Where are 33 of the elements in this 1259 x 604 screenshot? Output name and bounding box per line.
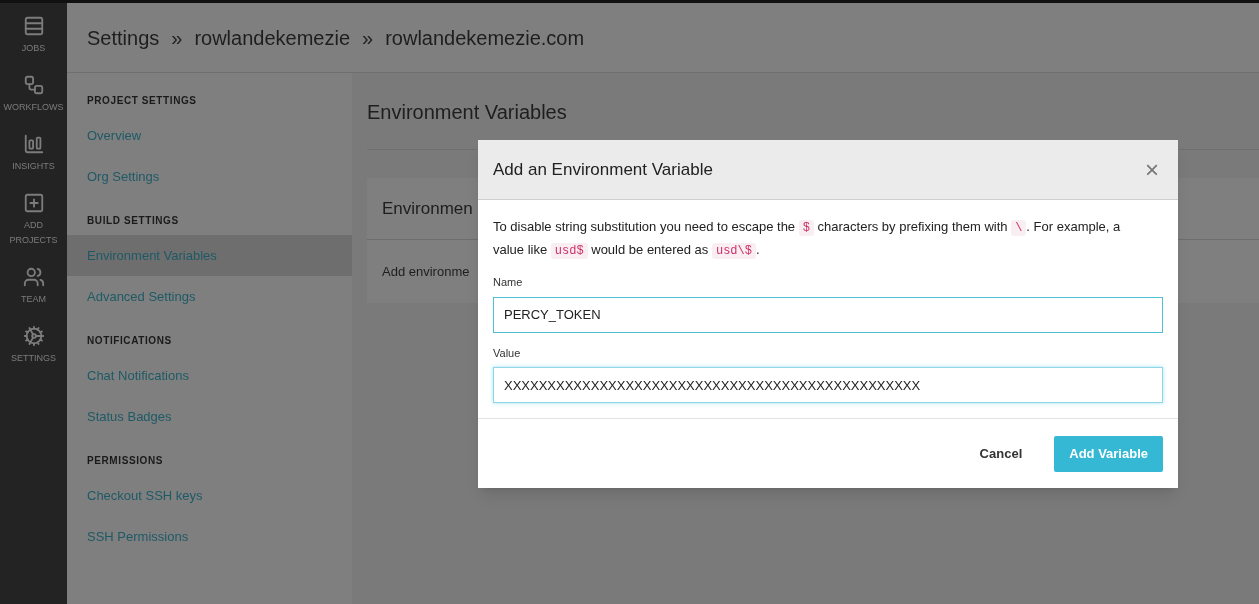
card-text: Add environme <box>382 262 470 281</box>
field-label: Value <box>493 345 522 361</box>
section-heading: NOTIFICATIONS <box>86 334 173 347</box>
add-variable-button[interactable]: Add Variable <box>1054 435 1163 472</box>
add-square-icon <box>22 192 45 214</box>
people-icon <box>22 266 45 288</box>
breadcrumb-item[interactable]: rowlandekemezie <box>194 22 351 53</box>
breadcrumb-item: Settings <box>87 25 160 51</box>
section-heading: BUILD SETTINGS <box>86 214 180 227</box>
rows-icon <box>22 15 45 37</box>
bar-chart-icon <box>22 133 45 155</box>
breadcrumb-item[interactable]: rowlandekemezie.com <box>385 22 585 53</box>
field-label: Name <box>493 275 524 290</box>
settings-icon <box>22 325 45 347</box>
nav-link[interactable]: SETTINGS <box>3 351 64 366</box>
cancel-button[interactable]: Cancel <box>963 435 1039 472</box>
nav-link[interactable]: WORKFLOWS <box>3 100 64 115</box>
card-title: Environmen <box>382 197 473 220</box>
page-title: Environment Variables <box>367 100 568 125</box>
section-heading: PROJECT SETTINGS <box>86 94 198 107</box>
description: To disable string substitution you need to escape the $ characters by prefixing them with \ . For example, a value like usd$ would be entered as usd\$ . <box>493 218 1122 261</box>
close-button[interactable]: × <box>1141 157 1163 182</box>
section-heading: PERMISSIONS <box>86 454 165 467</box>
breadcrumb-separator: » <box>171 25 183 51</box>
nav-link[interactable]: INSIGHTS <box>3 159 64 174</box>
input-field[interactable]: PERCY_TOKEN <box>493 296 1163 333</box>
input-field[interactable]: XXXXXXXXXXXXXXXXXXXXXXXXXXXXXXXXXXXXXXXXXXXXXXXX <box>493 367 1163 403</box>
dialog-title: Add an Environment Variable <box>493 158 713 181</box>
nav-link[interactable]: TEAM <box>3 292 64 307</box>
workflow-icon <box>22 74 45 96</box>
breadcrumb-separator: » <box>362 25 374 51</box>
nav-link[interactable]: JOBS <box>3 41 64 56</box>
nav-link[interactable]: ADD PROJECTS <box>3 218 64 248</box>
